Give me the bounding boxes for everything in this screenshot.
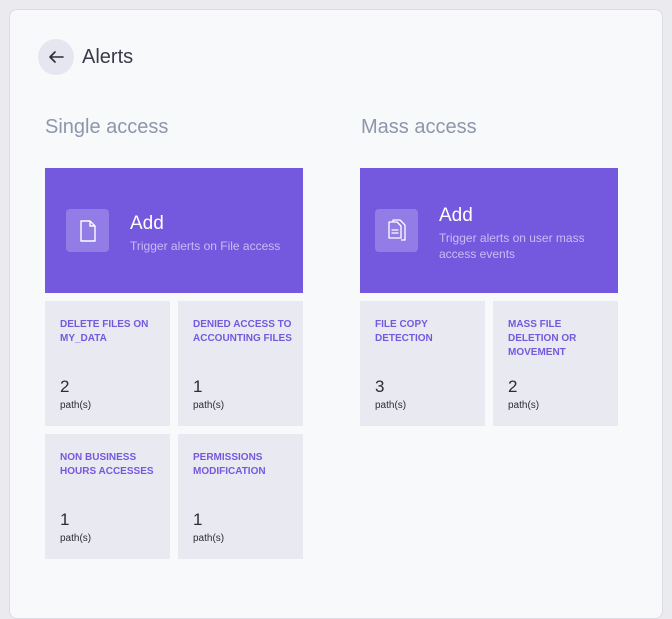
alert-tile-label: PERMISSIONS MODIFICATION <box>193 452 266 477</box>
back-button[interactable] <box>38 39 74 75</box>
alert-tile-label: NON BUSINESS HOURS ACCESSES <box>60 452 154 477</box>
alert-tile-label: FILE COPY DETECTION <box>375 319 433 344</box>
alerts-panel: Alerts Single access Add Trigger alerts … <box>9 9 663 619</box>
alert-tile-unit: path(s) <box>508 400 540 411</box>
alert-tile-unit: path(s) <box>60 533 92 544</box>
alert-tile-unit: path(s) <box>60 400 92 411</box>
alert-tile-label: DELETE FILES ON MY_DATA <box>60 319 149 344</box>
add-title: Add <box>439 205 473 226</box>
alert-tile-count: 2 <box>60 377 70 396</box>
add-subtitle: Trigger alerts on File access <box>130 239 281 253</box>
alert-tile-count: 1 <box>193 377 203 396</box>
files-copy-icon-box <box>375 209 418 252</box>
arrow-left-icon <box>49 51 64 63</box>
add-title: Add <box>130 213 164 234</box>
alert-tile-label: DENIED ACCESS TO ACCOUNTING FILES <box>193 319 292 344</box>
alert-tile[interactable]: DELETE FILES ON MY_DATA 2 path(s) <box>45 301 170 426</box>
file-icon-box <box>66 209 109 252</box>
alert-tile[interactable]: MASS FILE DELETION OR MOVEMENT 2 path(s) <box>493 301 618 426</box>
alert-tile-count: 1 <box>193 510 203 529</box>
alert-tile-unit: path(s) <box>193 533 225 544</box>
alert-tile-count: 2 <box>508 377 518 396</box>
alert-tile-label: MASS FILE DELETION OR MOVEMENT <box>508 319 577 358</box>
alert-tile[interactable]: NON BUSINESS HOURS ACCESSES 1 path(s) <box>45 434 170 559</box>
alert-tile-count: 3 <box>375 377 385 396</box>
section-title-single-access: Single access <box>45 116 169 138</box>
files-copy-icon <box>387 218 406 241</box>
alert-tile-unit: path(s) <box>375 400 407 411</box>
alert-tile-unit: path(s) <box>193 400 225 411</box>
section-title-mass-access: Mass access <box>361 116 477 138</box>
add-single-access-alert-button[interactable]: Add Trigger alerts on File access <box>45 168 303 293</box>
alert-tile[interactable]: PERMISSIONS MODIFICATION 1 path(s) <box>178 434 303 559</box>
add-mass-access-alert-button[interactable]: Add Trigger alerts on user mass access e… <box>360 168 618 293</box>
alert-tile[interactable]: DENIED ACCESS TO ACCOUNTING FILES 1 path… <box>178 301 303 426</box>
alert-tile[interactable]: FILE COPY DETECTION 3 path(s) <box>360 301 485 426</box>
page-title: Alerts <box>82 45 134 68</box>
page-header: Alerts <box>38 39 133 75</box>
add-subtitle: Trigger alerts on user mass access event… <box>439 231 585 261</box>
file-icon <box>79 219 96 242</box>
alert-tile-count: 1 <box>60 510 70 529</box>
